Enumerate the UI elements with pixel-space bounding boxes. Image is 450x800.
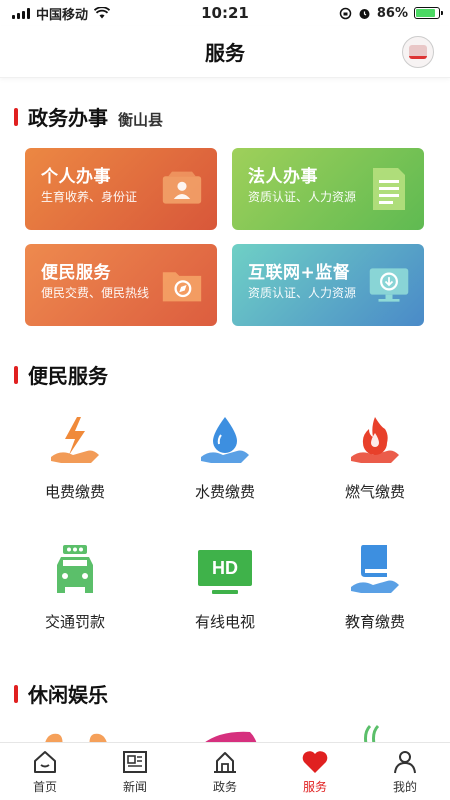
- wifi-icon: [94, 7, 111, 19]
- tab-government[interactable]: 政务: [180, 743, 270, 800]
- service-label: 水费缴费: [194, 483, 255, 501]
- avatar[interactable]: [402, 36, 434, 68]
- tab-label: 我的: [392, 780, 417, 794]
- leisure-section-header: 休闲娱乐: [0, 679, 450, 708]
- heart-icon: [301, 749, 329, 775]
- tab-label: 首页: [32, 780, 57, 794]
- cable-tv-item[interactable]: HD 有线电视: [150, 543, 300, 673]
- service-grid: 电费缴费 水费缴费 燃气缴费 交通罚款 HD 有线电视 教育缴费: [0, 413, 450, 673]
- traffic-fine-item[interactable]: 交通罚款: [0, 543, 150, 673]
- electricity-bill-item[interactable]: 电费缴费: [0, 413, 150, 543]
- electricity-icon: [47, 413, 103, 469]
- convenience-section-title: 便民服务: [28, 364, 108, 388]
- battery-icon: [414, 7, 443, 19]
- status-left: 中国移动: [12, 4, 111, 23]
- convenience-section-header: 便民服务: [0, 360, 450, 389]
- county-name: 衡山县: [118, 111, 164, 129]
- document-icon: [368, 168, 410, 210]
- rotation-lock-icon: [339, 7, 352, 19]
- service-label: 有线电视: [194, 613, 255, 631]
- card-desc: 资质认证、人力资源: [248, 190, 357, 204]
- tab-service[interactable]: 服务: [270, 743, 360, 800]
- hd-text: HD: [212, 557, 238, 578]
- carrier-name: 中国移动: [36, 7, 89, 23]
- gas-bill-item[interactable]: 燃气缴费: [300, 413, 450, 543]
- gov-cards: 个人办事 生育收养、身份证 法人办事 资质认证、人力资源 便民服务 便民交费、便…: [0, 148, 450, 326]
- monitor-icon: [368, 264, 410, 306]
- traffic-car-icon: [47, 543, 103, 599]
- nav-header: 服务: [0, 26, 450, 78]
- section-marker: [14, 107, 18, 126]
- tab-home[interactable]: 首页: [0, 743, 90, 800]
- service-label: 交通罚款: [44, 613, 105, 631]
- leisure-icons-partial: [0, 722, 450, 744]
- tab-label: 新闻: [122, 780, 147, 794]
- card-desc: 资质认证、人力资源: [248, 286, 357, 300]
- water-bill-item[interactable]: 水费缴费: [150, 413, 300, 543]
- card-desc: 生育收养、身份证: [41, 190, 138, 204]
- education-fee-item[interactable]: 教育缴费: [300, 543, 450, 673]
- status-right: 86%: [339, 5, 443, 21]
- service-label: 燃气缴费: [344, 483, 405, 501]
- user-icon: [391, 749, 419, 775]
- status-bar: 中国移动 10:21 86%: [0, 0, 450, 26]
- service-label: 电费缴费: [44, 483, 105, 501]
- education-book-icon: [347, 543, 403, 599]
- avatar-image: [409, 45, 427, 59]
- water-drop-icon: [197, 413, 253, 469]
- person-card-icon: [161, 168, 203, 210]
- folder-compass-icon: [161, 264, 203, 306]
- tab-mine[interactable]: 我的: [360, 743, 450, 800]
- tab-bar: 首页 新闻 政务 服务 我的: [0, 742, 450, 800]
- tab-news[interactable]: 新闻: [90, 743, 180, 800]
- leisure-icon-3[interactable]: [362, 724, 382, 744]
- card-desc: 便民交费、便民热线: [41, 286, 150, 300]
- leisure-section-title: 休闲娱乐: [28, 683, 108, 707]
- section-marker: [14, 365, 18, 384]
- hd-tv-icon: HD: [197, 543, 253, 599]
- news-icon: [121, 749, 149, 775]
- internet-supervision-card[interactable]: 互联网+监督 资质认证、人力资源: [232, 244, 424, 326]
- page-title: 服务: [205, 41, 245, 65]
- gas-flame-icon: [347, 413, 403, 469]
- government-icon: [211, 749, 239, 775]
- tab-label: 政务: [212, 780, 237, 794]
- legal-affairs-card[interactable]: 法人办事 资质认证、人力资源: [232, 148, 424, 230]
- tab-label: 服务: [302, 780, 327, 794]
- alarm-icon: [359, 8, 370, 19]
- personal-affairs-card[interactable]: 个人办事 生育收养、身份证: [25, 148, 217, 230]
- signal-icon: [12, 7, 30, 19]
- home-icon: [31, 749, 59, 775]
- gov-section-title: 政务办事: [28, 106, 108, 130]
- battery-percent: 86%: [376, 5, 408, 21]
- service-label: 教育缴费: [344, 613, 405, 631]
- section-marker: [14, 684, 18, 703]
- gov-section-header: 政务办事 衡山县: [0, 102, 450, 131]
- convenience-card[interactable]: 便民服务 便民交费、便民热线: [25, 244, 217, 326]
